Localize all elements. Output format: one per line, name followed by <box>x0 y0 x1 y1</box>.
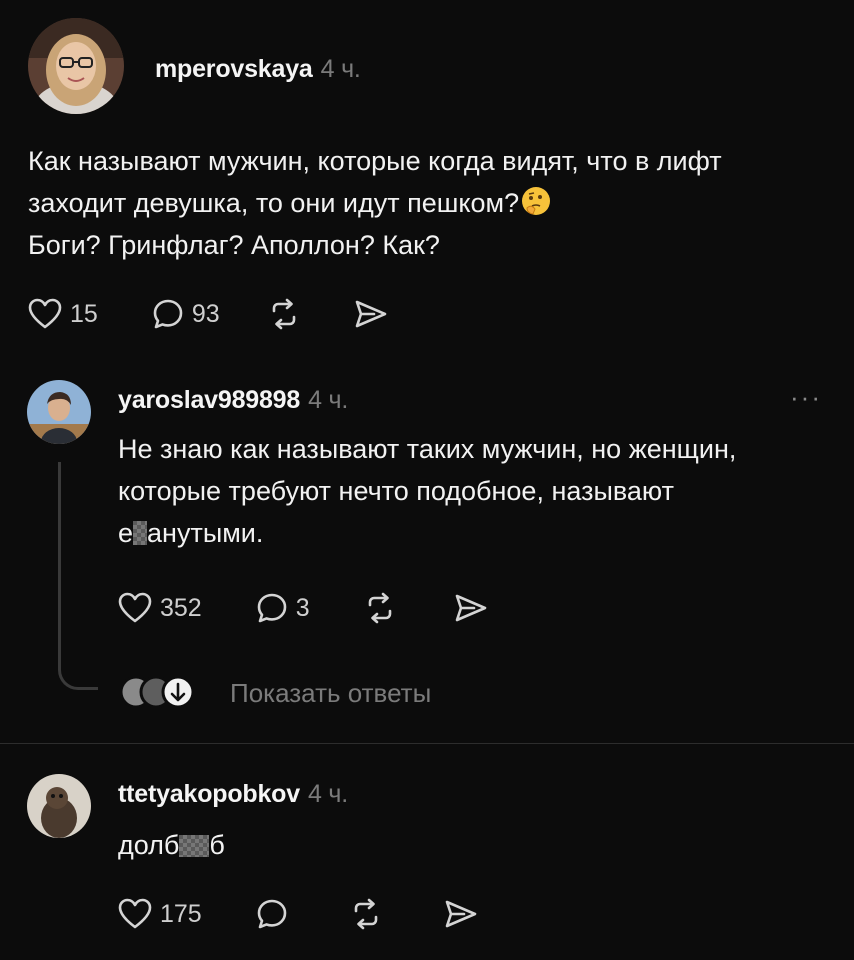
reply-button[interactable] <box>256 898 288 930</box>
share-button[interactable] <box>354 299 388 329</box>
reply-actions: 352 3 <box>118 592 488 624</box>
reply-line: долб б <box>118 830 225 860</box>
show-replies-link[interactable]: Показать ответы <box>230 678 431 709</box>
reply-author[interactable]: ttetyakopobkov 4 ч. <box>118 780 348 809</box>
post-time: 4 ч. <box>320 55 361 83</box>
send-icon <box>445 900 477 928</box>
repost-button[interactable] <box>350 898 382 930</box>
post-actions: 15 93 <box>28 298 388 330</box>
post-text: Как называют мужчин, которые когда видят… <box>28 140 722 266</box>
like-count: 15 <box>70 299 98 328</box>
avatar[interactable] <box>28 18 124 114</box>
speech-bubble-icon <box>153 299 183 329</box>
post-username[interactable]: mperovskaya <box>155 55 313 83</box>
like-button[interactable]: 175 <box>118 898 202 930</box>
share-button[interactable] <box>454 593 488 623</box>
divider <box>0 743 854 744</box>
reply-username[interactable]: ttetyakopobkov <box>118 780 300 808</box>
reply-count: 3 <box>295 593 310 622</box>
censor-block <box>179 835 210 857</box>
repost-button[interactable] <box>268 298 300 330</box>
repost-button[interactable] <box>364 592 396 624</box>
like-button[interactable]: 15 <box>28 298 98 330</box>
post-line: Как называют мужчин, которые когда видят… <box>28 146 722 176</box>
share-button[interactable] <box>444 899 478 929</box>
reply-line: Не знаю как называют таких мужчин, но же… <box>118 434 737 464</box>
reply-count: 93 <box>191 299 220 328</box>
reply-text: Не знаю как называют таких мужчин, но же… <box>118 428 736 554</box>
reply-button[interactable]: 3 <box>256 592 310 624</box>
reply-author[interactable]: yaroslav989898 4 ч. <box>118 386 348 415</box>
post-line: Боги? Гринфлаг? Аполлон? Как? <box>28 230 440 260</box>
heart-icon <box>118 592 152 623</box>
repost-icon <box>354 898 378 930</box>
reply-line: которые требуют нечто подобное, называют <box>118 476 674 506</box>
like-count: 175 <box>160 899 202 928</box>
heart-icon <box>28 298 62 329</box>
more-options-button[interactable]: ··· <box>790 382 822 413</box>
like-count: 352 <box>160 593 202 622</box>
send-icon <box>355 300 386 328</box>
reply-avatars[interactable] <box>118 674 208 710</box>
repost-icon <box>272 298 295 330</box>
censor-block <box>133 521 148 545</box>
thread-screen: mperovskaya 4 ч. Как называют мужчин, кот… <box>0 0 854 960</box>
reply-line: е анутыми. <box>118 518 264 548</box>
reply-time: 4 ч. <box>307 780 348 808</box>
speech-bubble-icon <box>257 899 287 929</box>
avatar[interactable] <box>27 380 91 444</box>
send-icon <box>455 594 486 622</box>
post-line: заходит девушка, то они идут пешком? <box>28 182 722 224</box>
thread-connector <box>58 462 98 690</box>
reply-text: долб б <box>118 824 225 866</box>
reply-username[interactable]: yaroslav989898 <box>118 386 300 414</box>
reply-time: 4 ч. <box>308 386 349 414</box>
like-button[interactable]: 352 <box>118 592 202 624</box>
reply-button[interactable]: 93 <box>152 298 220 330</box>
heart-icon <box>118 898 152 929</box>
speech-bubble-icon <box>257 593 287 623</box>
post-author[interactable]: mperovskaya 4 ч. <box>155 55 361 84</box>
avatar[interactable] <box>27 774 91 838</box>
repost-icon <box>368 592 391 624</box>
reply-actions: 175 <box>118 898 478 930</box>
avatar-stack-icon <box>119 675 195 709</box>
thinking-face-icon <box>522 187 551 215</box>
